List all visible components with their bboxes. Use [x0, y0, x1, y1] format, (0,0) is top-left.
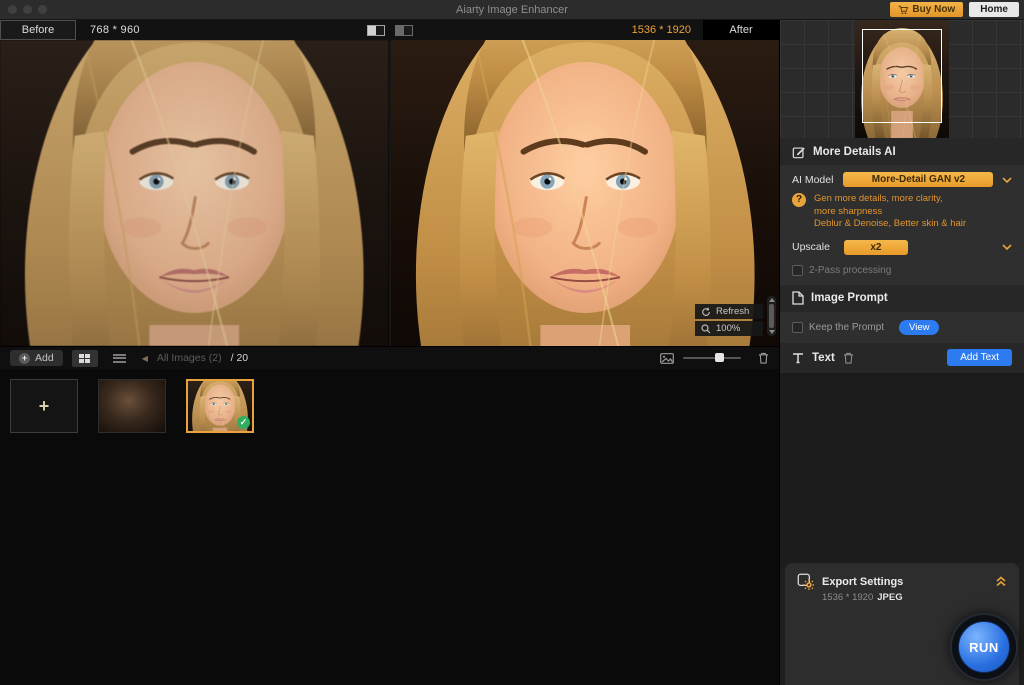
navigator-crop-box[interactable]: [862, 29, 942, 123]
viewer-scrollbar[interactable]: [767, 296, 776, 336]
delete-image-button[interactable]: [758, 352, 769, 364]
refresh-icon: [701, 307, 711, 317]
image-prompt-title: Image Prompt: [811, 292, 888, 304]
refresh-label: Refresh: [716, 306, 749, 317]
page-count-label: / 20: [231, 352, 249, 364]
buy-now-button[interactable]: Buy Now: [890, 2, 963, 17]
zoom-value: 100%: [716, 323, 740, 334]
panel-spacer: [780, 373, 1024, 563]
export-size-label: 1536 * 1920: [822, 592, 873, 603]
scrollbar-thumb: [769, 304, 774, 328]
keep-prompt-label: Keep the Prompt: [809, 322, 884, 333]
viewer-tools: Refresh 100%: [695, 302, 763, 336]
app-window: Aiarty Image Enhancer Buy Now Home Befor…: [0, 0, 1024, 685]
run-button-label: RUN: [958, 621, 1010, 673]
scroll-up-icon: [769, 298, 775, 302]
thumbnail-strip: + ✓: [0, 369, 779, 685]
after-tab[interactable]: After: [703, 20, 779, 40]
ai-model-section: AI Model More-Detail GAN v2 ? Gen more d…: [780, 165, 1024, 285]
compare-area: Before 768 * 960 1536 * 1920 After: [0, 20, 780, 685]
more-details-title: More Details AI: [813, 146, 896, 158]
thumbnail-2-selected[interactable]: ✓: [186, 379, 254, 433]
chevron-down-icon[interactable]: [1002, 177, 1012, 183]
export-summary: 1536 * 1920 JPEG: [822, 592, 1007, 603]
upscale-dropdown[interactable]: x2: [844, 240, 908, 255]
export-gear-icon: [797, 573, 814, 590]
picture-icon: [660, 353, 674, 364]
zoom-control[interactable]: 100%: [695, 321, 763, 336]
check-icon: ✓: [237, 416, 250, 429]
help-icon[interactable]: ?: [792, 193, 806, 207]
buy-now-label: Buy Now: [912, 4, 955, 15]
window-controls: [8, 5, 47, 14]
trash-icon[interactable]: [843, 352, 854, 364]
home-label: Home: [980, 4, 1008, 15]
document-icon: [792, 291, 804, 305]
image-prompt-header: Image Prompt: [780, 285, 1024, 312]
view-prompt-button[interactable]: View: [899, 320, 939, 335]
add-thumbnail-tile[interactable]: +: [10, 379, 78, 433]
window-title: Aiarty Image Enhancer: [0, 4, 1024, 16]
after-size-label: 1536 * 1920: [632, 24, 691, 36]
compare-toolbar: Before 768 * 960 1536 * 1920 After: [0, 20, 779, 40]
settings-panel: More Details AI AI Model More-Detail GAN…: [780, 20, 1024, 685]
navigator-thumbnail[interactable]: [855, 20, 949, 138]
add-label: Add: [35, 352, 54, 364]
more-details-header: More Details AI: [780, 138, 1024, 165]
minimize-button[interactable]: [23, 5, 32, 14]
model-desc-line3: Deblur & Denoise, Better skin & hair: [814, 218, 966, 231]
text-tool-icon: [792, 352, 804, 364]
split-view-toggle[interactable]: [362, 22, 390, 38]
scroll-down-icon: [769, 330, 775, 334]
filmstrip-toolbar: + Add ◀ All Images (2) / 20: [0, 346, 779, 369]
titlebar: Aiarty Image Enhancer Buy Now Home: [0, 0, 1024, 20]
cart-icon: [898, 5, 908, 15]
image-viewer: Refresh 100%: [0, 40, 779, 346]
chevron-double-up-icon[interactable]: [995, 576, 1007, 587]
plus-icon: +: [39, 396, 50, 417]
text-section: Text Add Text: [780, 343, 1024, 373]
plus-icon: +: [19, 353, 30, 364]
more-details-icon: [792, 145, 806, 159]
add-text-button[interactable]: Add Text: [947, 349, 1012, 366]
after-image[interactable]: [391, 40, 780, 346]
text-title: Text: [812, 352, 835, 364]
refresh-button[interactable]: Refresh: [695, 304, 763, 319]
single-view-toggle[interactable]: [390, 22, 418, 38]
single-view-icon: [395, 25, 413, 36]
upscale-label: Upscale: [792, 241, 830, 253]
chevron-down-icon[interactable]: [1002, 244, 1012, 250]
thumbnail-1[interactable]: [98, 379, 166, 433]
before-image[interactable]: [0, 40, 389, 346]
run-button[interactable]: RUN: [950, 613, 1018, 681]
ai-model-dropdown[interactable]: More-Detail GAN v2: [843, 172, 993, 187]
home-button[interactable]: Home: [969, 2, 1019, 17]
navigator: [780, 20, 1024, 138]
before-size-label: 768 * 960: [90, 24, 140, 36]
thumbnail-size-slider[interactable]: [683, 357, 741, 359]
list-view-icon: [113, 352, 126, 364]
two-pass-checkbox[interactable]: [792, 265, 803, 276]
list-view-button[interactable]: [107, 350, 133, 367]
grid-view-button[interactable]: [72, 350, 98, 367]
model-desc-line2: more sharpness: [814, 206, 966, 219]
before-tab[interactable]: Before: [0, 20, 76, 40]
add-image-button[interactable]: + Add: [10, 350, 63, 366]
keep-prompt-checkbox[interactable]: [792, 322, 803, 333]
split-view-icon: [367, 25, 385, 36]
magnifier-icon: [701, 324, 711, 334]
zoom-button[interactable]: [38, 5, 47, 14]
slider-handle[interactable]: [715, 353, 724, 362]
close-button[interactable]: [8, 5, 17, 14]
all-images-label: All Images (2): [157, 352, 222, 364]
model-desc-line1: Gen more details, more clarity,: [814, 193, 966, 206]
keep-prompt-section: Keep the Prompt View: [780, 312, 1024, 343]
previous-image-button[interactable]: ◀: [142, 354, 148, 363]
model-description: Gen more details, more clarity, more sha…: [814, 193, 966, 231]
ai-model-label: AI Model: [792, 174, 833, 186]
grid-view-icon: [79, 354, 90, 363]
export-settings-title: Export Settings: [822, 576, 903, 588]
two-pass-label: 2-Pass processing: [809, 265, 891, 276]
export-format-label: JPEG: [877, 592, 902, 603]
